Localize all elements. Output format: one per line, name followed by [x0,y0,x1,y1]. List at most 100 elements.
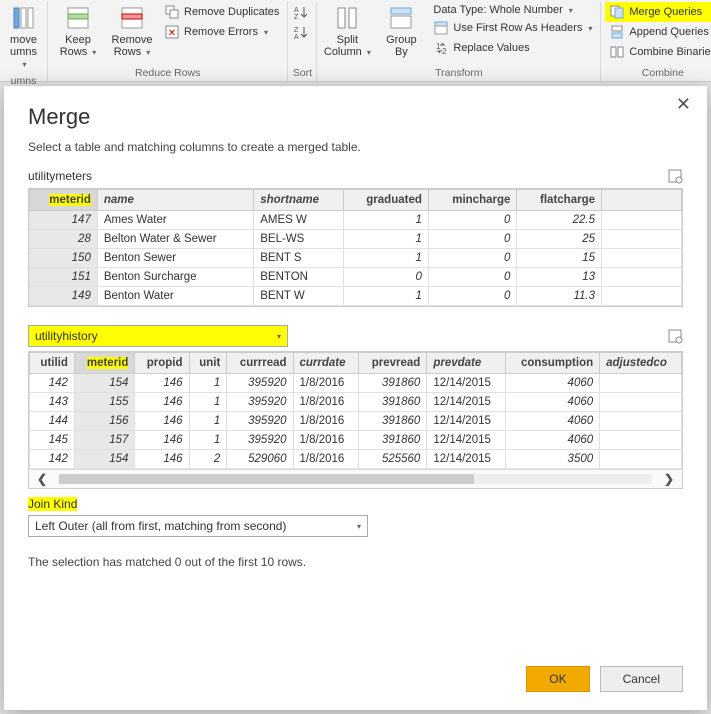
col-name[interactable]: name [97,190,253,211]
col-consumption[interactable]: consumption [505,353,600,374]
col-mincharge[interactable]: mincharge [428,190,517,211]
table-row[interactable]: 14215414613959201/8/201639186012/14/2015… [30,374,682,393]
replace-icon: 12 [433,40,449,56]
table1-options-icon[interactable] [667,168,683,184]
append-queries-label: Append Queries [629,26,709,38]
remove-rows-button[interactable]: RemoveRows ▾ [106,2,158,61]
table2-select-value: utilityhistory [35,329,98,343]
merge-dialog: ✕ Merge Select a table and matching colu… [4,86,707,710]
table-row[interactable]: 14515714613959201/8/201639186012/14/2015… [30,431,682,450]
col-unit[interactable]: unit [189,353,227,374]
col-graduated[interactable]: graduated [343,190,428,211]
sort-desc-button[interactable]: ZA [292,22,312,42]
col-currdate[interactable]: currdate [293,353,358,374]
merge-icon [609,4,625,20]
table-row[interactable]: 14415614613959201/8/201639186012/14/2015… [30,412,682,431]
join-kind-value: Left Outer (all from first, matching fro… [35,519,286,533]
first-row-headers-label: Use First Row As Headers [453,22,582,34]
table1: meteridnameshortnamegraduatedminchargefl… [28,188,683,307]
col-shortname[interactable]: shortname [254,190,343,211]
chevron-down-icon: ▾ [277,332,281,341]
replace-values-label: Replace Values [453,42,529,54]
col-flatcharge[interactable]: flatcharge [517,190,602,211]
table-row[interactable]: 151Benton SurchargeBENTON0013 [30,268,682,287]
split-column-icon [333,4,361,32]
col-prevread[interactable]: prevread [359,353,427,374]
cancel-button[interactable]: Cancel [600,666,683,692]
replace-values-button[interactable]: 12 Replace Values [429,38,596,58]
remove-duplicates-label: Remove Duplicates [184,6,279,18]
svg-text:2: 2 [442,47,447,55]
ribbon-group-sort: AZ ZA Sort [288,2,317,81]
first-row-headers-button[interactable]: Use First Row As Headers ▾ [429,18,596,38]
headers-icon [433,20,449,36]
sort-asc-icon: AZ [294,4,310,20]
svg-text:A: A [294,7,299,14]
join-kind-label: Join Kind [28,497,683,511]
move-columns-label: moveumns ▾ [6,34,41,71]
keep-rows-button[interactable]: KeepRows ▾ [52,2,104,61]
table-row[interactable]: 150Benton SewerBENT S1015 [30,249,682,268]
dialog-title: Merge [28,104,683,130]
join-kind-select[interactable]: Left Outer (all from first, matching fro… [28,515,368,537]
keep-rows-label: KeepRows ▾ [60,34,97,59]
combine-binaries-label: Combine Binaries [629,46,711,58]
table2-options-icon[interactable] [667,328,683,344]
table-row[interactable]: 14315514613959201/8/201639186012/14/2015… [30,393,682,412]
split-column-button[interactable]: SplitColumn ▾ [321,2,373,61]
remove-rows-icon [118,4,146,32]
merge-queries-button[interactable]: Merge Queries [605,2,711,22]
append-icon [609,24,625,40]
col-currread[interactable]: currread [227,353,293,374]
table-row[interactable]: 28Belton Water & SewerBEL-WS1025 [30,230,682,249]
svg-text:A: A [294,34,299,39]
ribbon-group-reduce-rows: KeepRows ▾ RemoveRows ▾ Remove Duplicate… [48,2,288,81]
table2-select[interactable]: utilityhistory ▾ [28,325,288,347]
table-header-row: meteridnameshortnamegraduatedminchargefl… [30,190,682,211]
table2-hscrollbar[interactable]: ❮ ❯ [29,469,682,488]
keep-rows-icon [64,4,92,32]
col-meterid[interactable]: meterid [74,353,135,374]
svg-text:1: 1 [436,42,441,51]
group-label-transform: Transform [321,65,596,81]
sort-asc-button[interactable]: AZ [292,2,312,22]
group-by-button[interactable]: GroupBy [375,2,427,60]
combine-binaries-button[interactable]: Combine Binaries [605,42,711,62]
data-type-button[interactable]: Data Type: Whole Number ▾ [429,2,596,18]
scroll-right-icon[interactable]: ❯ [660,472,678,486]
remove-rows-label: RemoveRows ▾ [112,34,153,59]
ribbon-group-combine: Merge Queries Append Queries Combine Bin… [601,2,711,81]
table2: utilidmeteridpropidunitcurrreadcurrdatep… [28,351,683,489]
scroll-left-icon[interactable]: ❮ [33,472,51,486]
table-row[interactable]: 14215414625290601/8/201652556012/14/2015… [30,450,682,469]
close-button[interactable]: ✕ [676,94,691,115]
ok-button[interactable]: OK [526,666,589,692]
data-type-label: Data Type: Whole Number [433,4,562,16]
append-queries-button[interactable]: Append Queries [605,22,711,42]
col-utilid[interactable]: utilid [30,353,75,374]
ribbon-group-manage-columns: moveumns ▾ umns [0,2,48,81]
table1-name: utilitymeters [28,169,92,183]
group-by-label: GroupBy [386,34,417,58]
ribbon-group-transform: SplitColumn ▾ GroupBy Data Type: Whole N… [317,2,601,81]
group-label-combine: Combine [605,65,711,81]
binaries-icon [609,44,625,60]
remove-duplicates-button[interactable]: Remove Duplicates [160,2,283,22]
ribbon: moveumns ▾ umns KeepRows ▾ RemoveRows ▾ [0,0,711,82]
move-columns-button[interactable]: moveumns ▾ [4,2,43,73]
table-row[interactable]: 147Ames WaterAMES W1022.5 [30,211,682,230]
col-prevdate[interactable]: prevdate [427,353,505,374]
group-by-icon [387,4,415,32]
group-label-sort: Sort [292,65,312,81]
sort-desc-icon: ZA [294,24,310,40]
svg-text:Z: Z [294,14,299,19]
remove-errors-icon: ✕ [164,24,180,40]
col-adjustedco[interactable]: adjustedco [600,353,682,374]
chevron-down-icon: ▾ [357,522,361,531]
svg-text:✕: ✕ [168,28,176,39]
remove-errors-label: Remove Errors [184,26,258,38]
col-meterid[interactable]: meterid [30,190,98,211]
col-propid[interactable]: propid [135,353,189,374]
table-row[interactable]: 149Benton WaterBENT W1011.3 [30,287,682,306]
remove-errors-button[interactable]: ✕ Remove Errors ▾ [160,22,283,42]
